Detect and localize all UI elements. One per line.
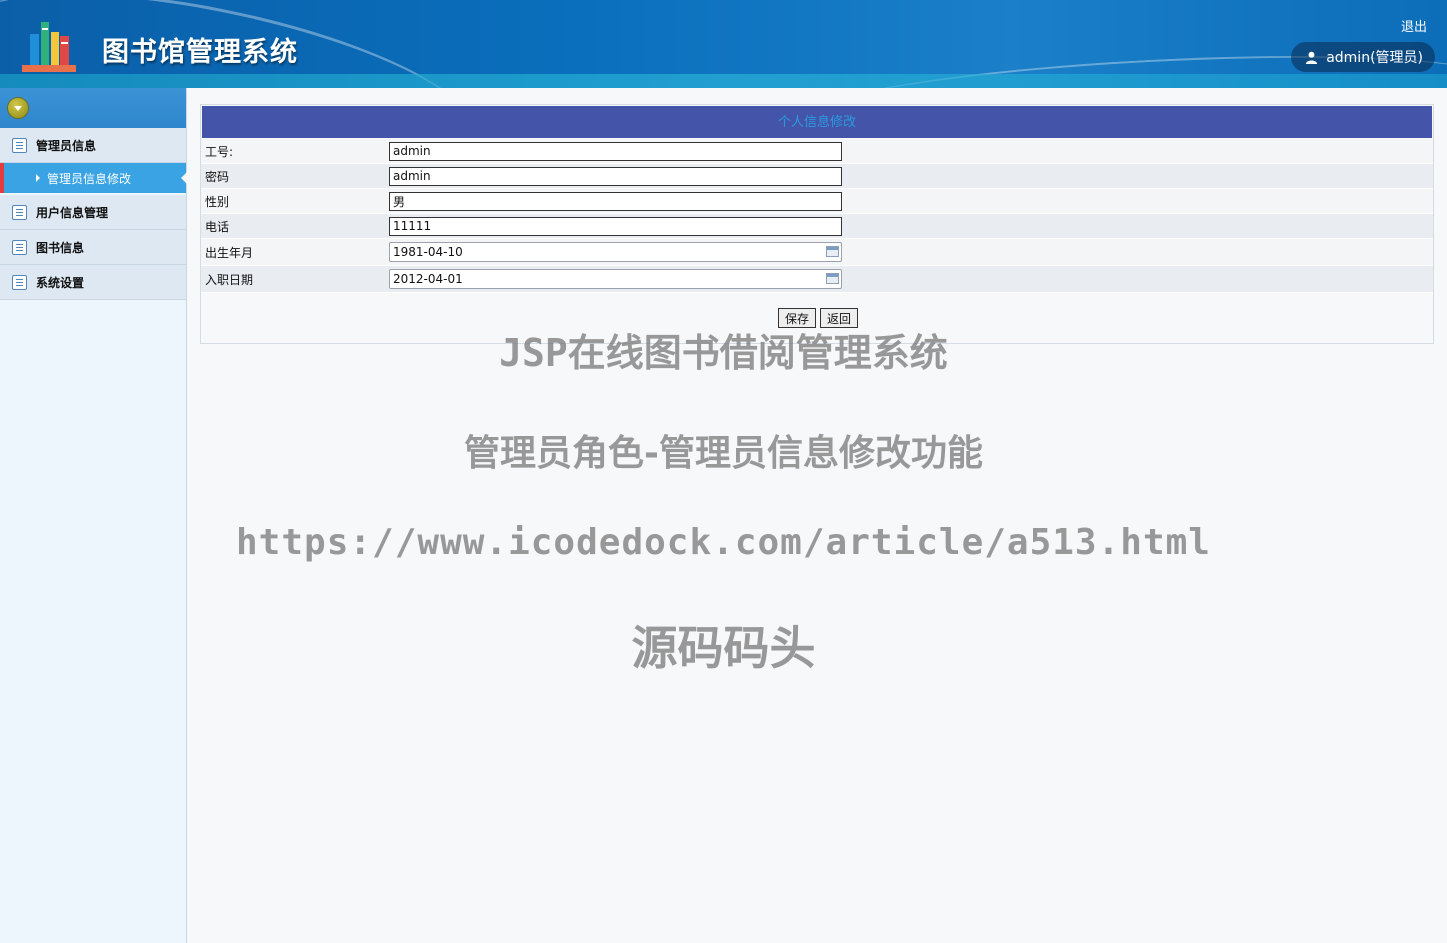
birth-date-input[interactable] xyxy=(389,242,842,262)
watermark-line: https://www.icodedock.com/article/a513.h… xyxy=(236,522,1211,563)
form-row-phone: 电话 xyxy=(201,214,1433,239)
form-row-hire-date: 入职日期 xyxy=(201,266,1433,293)
books-logo-icon xyxy=(22,22,76,72)
sidebar-item-label: 管理员信息 xyxy=(36,138,97,153)
calendar-icon[interactable] xyxy=(826,273,839,284)
field-label: 电话 xyxy=(205,219,230,234)
form-row-password: 密码 xyxy=(201,164,1433,189)
sidebar-item-label: 图书信息 xyxy=(36,240,85,255)
header-band xyxy=(0,74,1447,88)
hire-date-input[interactable] xyxy=(389,269,842,289)
sidebar: 管理员信息 管理员信息修改 用户信息管理 图书信息 系统设置 xyxy=(0,88,187,943)
field-label: 出生年月 xyxy=(205,245,254,260)
profile-edit-panel: 个人信息修改 工号: 密码 性别 电话 出生年月 入职日期 保存 返回 xyxy=(200,104,1434,344)
panel-title: 个人信息修改 xyxy=(202,106,1432,138)
sidebar-item-admin-info[interactable]: 管理员信息 xyxy=(0,128,186,163)
list-icon xyxy=(12,274,27,290)
field-label: 入职日期 xyxy=(205,272,254,287)
list-icon xyxy=(12,204,27,220)
user-badge[interactable]: admin(管理员) xyxy=(1291,42,1435,72)
form-row-gender: 性别 xyxy=(201,189,1433,214)
sidebar-header xyxy=(0,88,186,128)
sidebar-item-label: 系统设置 xyxy=(36,275,85,290)
sidebar-item-system-settings[interactable]: 系统设置 xyxy=(0,265,186,300)
form-actions: 保存 返回 xyxy=(778,308,859,328)
employee-id-input[interactable] xyxy=(389,141,842,161)
caret-right-icon xyxy=(36,174,40,182)
list-icon xyxy=(12,239,27,255)
list-icon xyxy=(12,137,27,153)
save-button[interactable]: 保存 xyxy=(778,308,817,328)
password-input[interactable] xyxy=(389,166,842,186)
sidebar-item-user-management[interactable]: 用户信息管理 xyxy=(0,195,186,230)
app-title: 图书馆管理系统 xyxy=(102,37,298,68)
phone-input[interactable] xyxy=(389,216,842,236)
sidebar-subitem-admin-edit[interactable]: 管理员信息修改 xyxy=(0,163,187,193)
user-label: admin(管理员) xyxy=(1326,50,1423,66)
sidebar-subitem-label: 管理员信息修改 xyxy=(47,171,132,186)
sidebar-item-label: 用户信息管理 xyxy=(36,205,109,220)
app-header: 图书馆管理系统 退出 admin(管理员) xyxy=(0,0,1447,88)
form-row-id: 工号: xyxy=(201,139,1433,164)
watermark-line: 管理员角色-管理员信息修改功能 xyxy=(464,433,983,474)
form-row-birth: 出生年月 xyxy=(201,239,1433,266)
collapse-toggle-icon[interactable] xyxy=(8,98,28,118)
field-label: 密码 xyxy=(205,169,230,184)
sidebar-item-book-info[interactable]: 图书信息 xyxy=(0,230,186,265)
field-label: 性别 xyxy=(205,194,230,209)
field-label: 工号: xyxy=(205,144,234,159)
back-button[interactable]: 返回 xyxy=(820,308,859,328)
user-icon xyxy=(1306,51,1318,64)
calendar-icon[interactable] xyxy=(826,246,839,257)
gender-input[interactable] xyxy=(389,191,842,211)
watermark-line: 源码码头 xyxy=(631,621,816,675)
logout-link[interactable]: 退出 xyxy=(1401,16,1427,35)
